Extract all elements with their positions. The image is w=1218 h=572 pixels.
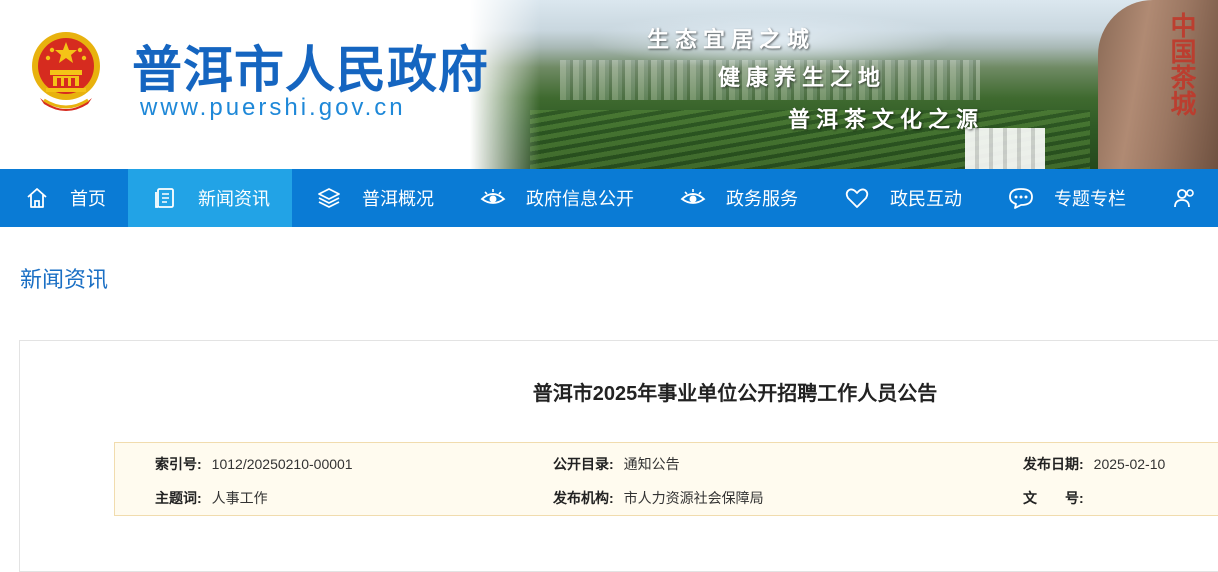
meta-org-label: 发布机构: xyxy=(553,490,614,506)
eye-icon xyxy=(480,185,506,211)
nav-item-home[interactable]: 首页 xyxy=(0,169,128,227)
chat-icon xyxy=(1008,185,1034,211)
meta-doc-label: 文 号: xyxy=(1023,490,1084,506)
nav-item-overview[interactable]: 普洱概况 xyxy=(292,169,456,227)
slogan-3: 普洱茶文化之源 xyxy=(788,107,985,133)
nav-label: 新闻资讯 xyxy=(198,189,270,209)
meta-date-value: 2025-02-10 xyxy=(1093,456,1166,472)
site-header: 中国茶城 普洱市人民政府 www.puershi.gov.cn 生态宜居之城 健… xyxy=(0,0,1218,169)
nav-item-gov-info[interactable]: 政府信息公开 xyxy=(456,169,656,227)
slogan-1: 生态宜居之城 xyxy=(647,27,816,53)
eye-icon xyxy=(680,185,706,211)
meta-index-value: 1012/20250210-00001 xyxy=(211,456,353,472)
article-panel: 普洱市2025年事业单位公开招聘工作人员公告 索引号: 1012/20250210… xyxy=(19,340,1218,572)
nav-item-more[interactable] xyxy=(1148,169,1218,227)
meta-org-value: 市人力资源社会保障局 xyxy=(623,490,764,506)
nav-label: 首页 xyxy=(70,189,106,209)
meta-index-label: 索引号: xyxy=(155,456,202,472)
meta-date-label: 发布日期: xyxy=(1023,456,1084,472)
home-icon xyxy=(24,185,50,211)
layers-icon xyxy=(316,185,342,211)
national-emblem-icon[interactable] xyxy=(30,28,102,120)
meta-org: 发布机构: 市人力资源社会保障局 xyxy=(553,488,764,508)
nav-item-news[interactable]: 新闻资讯 xyxy=(128,169,292,227)
meta-catalog: 公开目录: 通知公告 xyxy=(553,454,680,474)
nav-label: 专题专栏 xyxy=(1054,189,1126,209)
meta-doc-number: 文 号: xyxy=(1023,488,1094,508)
users-icon xyxy=(1172,185,1198,211)
nav-label: 普洱概况 xyxy=(362,189,434,209)
slogan-2: 健康养生之地 xyxy=(718,65,887,91)
article-title: 普洱市2025年事业单位公开招聘工作人员公告 xyxy=(532,383,938,405)
nav-label: 政务服务 xyxy=(726,189,798,209)
site-title[interactable]: 普洱市人民政府 xyxy=(132,30,489,102)
meta-subject: 主题词: 人事工作 xyxy=(155,488,268,508)
meta-subject-label: 主题词: xyxy=(155,490,202,506)
meta-subject-value: 人事工作 xyxy=(211,490,268,506)
meta-catalog-label: 公开目录: xyxy=(553,456,614,472)
article-meta-box: 索引号: 1012/20250210-00001 公开目录: 通知公告 发布日期: 2… xyxy=(114,442,1218,516)
nav-item-interaction[interactable]: 政民互动 xyxy=(820,169,984,227)
meta-catalog-value: 通知公告 xyxy=(623,456,680,472)
site-url: www.puershi.gov.cn xyxy=(140,94,406,121)
nav-item-services[interactable]: 政务服务 xyxy=(656,169,820,227)
banner-monument xyxy=(965,128,1045,169)
nav-label: 政府信息公开 xyxy=(526,189,634,209)
section-title: 新闻资讯 xyxy=(20,267,109,292)
rock-inscription: 中国茶城 xyxy=(1166,12,1196,116)
banner-rock: 中国茶城 xyxy=(1098,0,1218,169)
heart-icon xyxy=(844,185,870,211)
meta-index: 索引号: 1012/20250210-00001 xyxy=(155,454,353,474)
nav-item-topics[interactable]: 专题专栏 xyxy=(984,169,1148,227)
nav-label: 政民互动 xyxy=(890,189,962,209)
main-nav: 首页 新闻资讯 普洱概况 政府信息公开 政务服务 政民互动 专题专栏 xyxy=(0,169,1218,227)
meta-date: 发布日期: 2025-02-10 xyxy=(1023,454,1165,474)
news-icon xyxy=(152,185,178,211)
